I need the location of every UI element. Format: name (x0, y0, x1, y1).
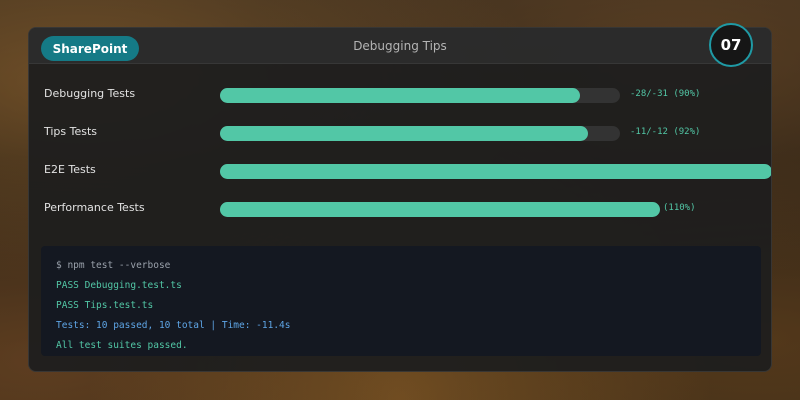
metric-row: Debugging Tests -28/-31 (90%) (29, 83, 771, 107)
console-line: $ npm test --verbose (56, 260, 171, 271)
metric-label: Performance Tests (44, 201, 145, 214)
progress-fill (220, 126, 588, 141)
progress-value: (110%) (663, 203, 696, 213)
metric-label: E2E Tests (44, 163, 96, 176)
progress-fill (220, 88, 580, 103)
console-line: PASS Tips.test.ts (56, 300, 154, 311)
console-line: PASS Debugging.test.ts (56, 280, 182, 291)
metric-row: E2E Tests (29, 159, 771, 183)
metric-label: Debugging Tests (44, 87, 136, 100)
metric-label: Tips Tests (44, 125, 98, 138)
metric-row: Tips Tests -11/-12 (92%) (29, 121, 771, 145)
metric-row: Performance Tests (110%) (29, 197, 771, 221)
page-title: Debugging Tips (353, 39, 447, 53)
progress-value: -28/-31 (90%) (630, 89, 701, 99)
card-header: SharePoint Debugging Tips (29, 28, 771, 64)
test-report-card: SharePoint Debugging Tips Debugging Test… (28, 27, 772, 372)
progress-value: -11/-12 (92%) (630, 127, 701, 137)
terminal-output: $ npm test --verbose PASS Debugging.test… (41, 246, 761, 356)
progress-fill (220, 164, 771, 179)
console-line: All test suites passed. (56, 340, 188, 351)
step-number-badge: 07 (709, 23, 753, 67)
console-line: Tests: 10 passed, 10 total | Time: -11.4… (56, 320, 291, 331)
progress-fill (220, 202, 660, 217)
